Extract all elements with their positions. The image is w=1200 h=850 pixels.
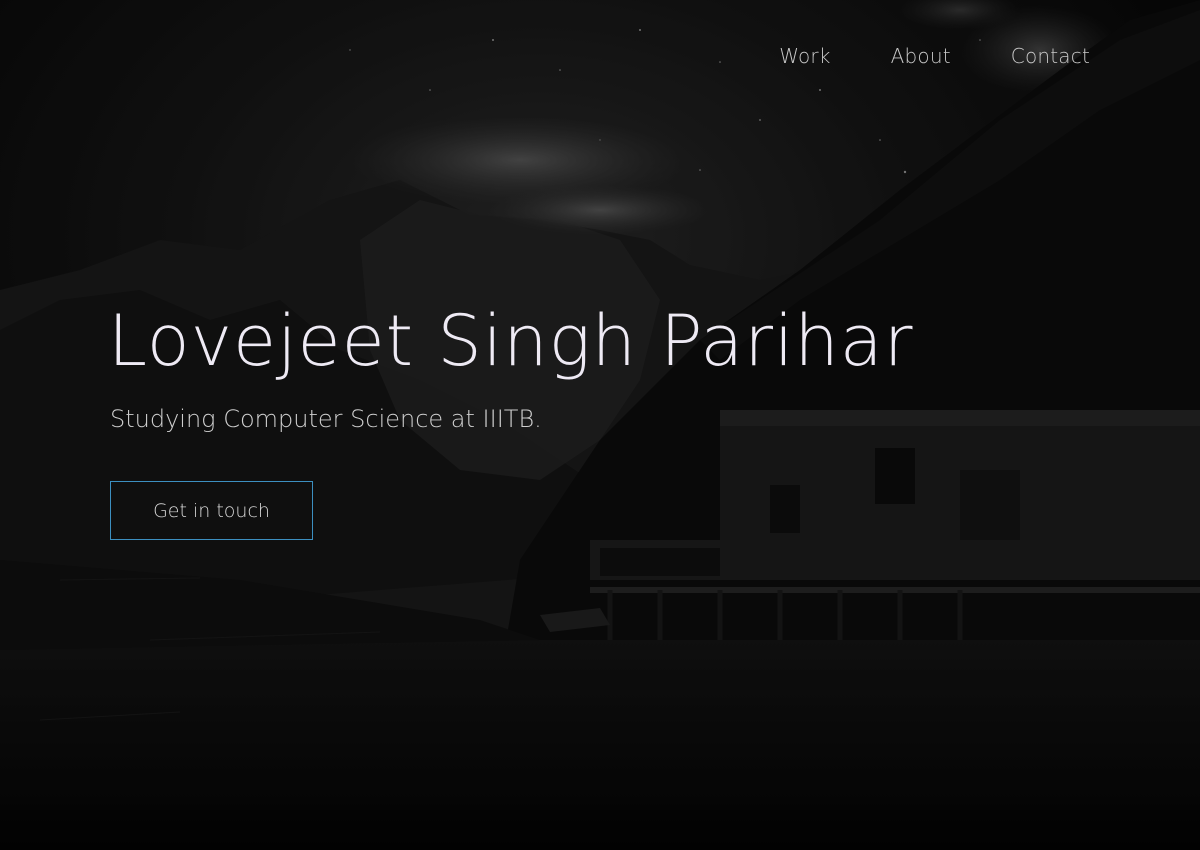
nav-link-about[interactable]: About xyxy=(891,44,951,68)
hero-section: Work About Contact Lovejeet Singh Pariha… xyxy=(0,0,1200,850)
hero-title: Lovejeet Singh Parihar xyxy=(108,300,914,382)
get-in-touch-button[interactable]: Get in touch xyxy=(110,481,313,540)
nav-link-contact[interactable]: Contact xyxy=(1011,44,1090,68)
main-nav: Work About Contact xyxy=(779,44,1090,68)
hero-subtitle: Studying Computer Science at IIITB. xyxy=(110,405,542,433)
nav-link-work[interactable]: Work xyxy=(779,44,830,68)
